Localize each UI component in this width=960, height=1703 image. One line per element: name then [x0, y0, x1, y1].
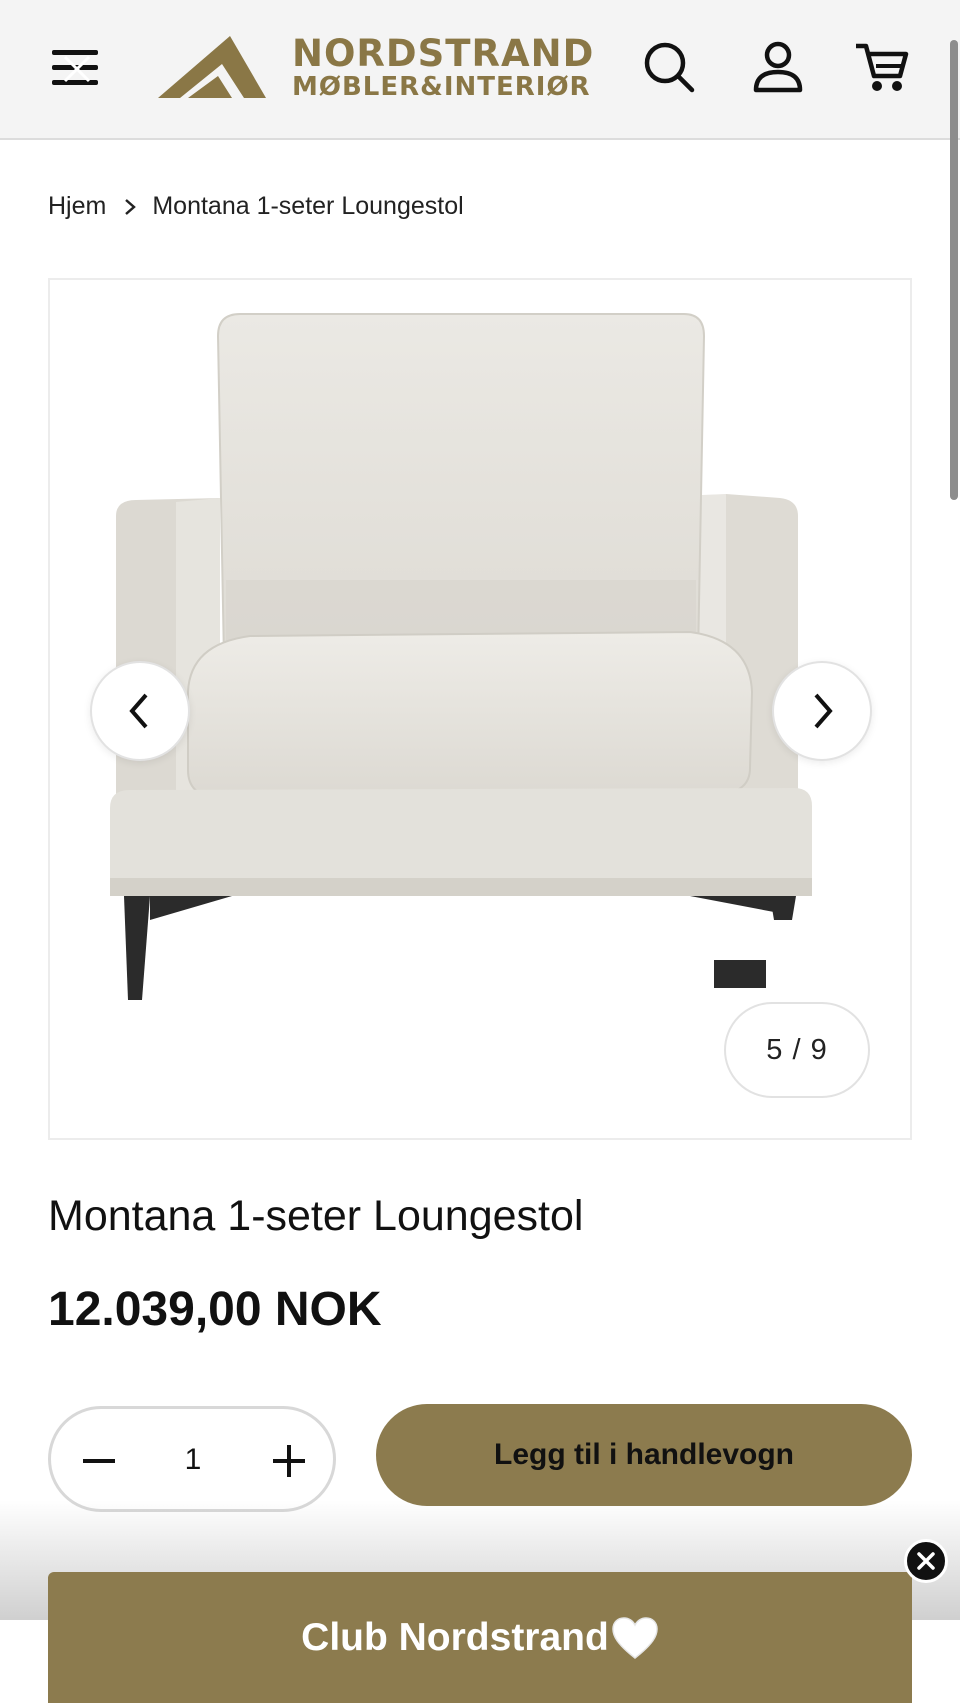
quantity-stepper: [48, 1406, 336, 1512]
logo-mark-icon: [158, 36, 266, 98]
search-icon: [644, 42, 695, 93]
menu-button[interactable]: [48, 44, 104, 92]
site-logo[interactable]: NORDSTRAND MØBLER&INTERIØR: [158, 30, 618, 106]
product-gallery[interactable]: 5 / 9: [48, 278, 912, 1140]
quantity-increase-button[interactable]: [261, 1433, 317, 1489]
club-banner[interactable]: Club Nordstrand: [48, 1572, 912, 1703]
white-heart-icon: [612, 1616, 658, 1659]
close-icon: [917, 1552, 935, 1570]
chevron-left-icon: [129, 693, 148, 729]
account-icon: [753, 41, 803, 93]
gallery-prev-button[interactable]: [90, 661, 190, 761]
quantity-decrease-button[interactable]: [71, 1433, 127, 1489]
site-header: NORDSTRAND MØBLER&INTERIØR: [0, 0, 960, 500]
product-price: 12.039,00 NOK: [48, 1283, 382, 1336]
quantity-input[interactable]: [155, 1435, 231, 1485]
search-button[interactable]: [640, 38, 700, 98]
chevron-right-icon: [125, 198, 137, 215]
club-banner-label: Club Nordstrand: [301, 1615, 609, 1659]
close-icon: [63, 55, 91, 83]
close-banner-button[interactable]: [904, 1539, 948, 1583]
cart-button[interactable]: [852, 38, 912, 98]
logo-name: NORDSTRAND: [292, 32, 595, 75]
account-button[interactable]: [748, 38, 808, 98]
product-page: NORDSTRAND MØBLER&INTERIØR Hjem Montana …: [0, 0, 960, 1703]
product-title: Montana 1-seter Loungestol: [48, 1192, 584, 1240]
logo-subtitle: MØBLER&INTERIØR: [292, 72, 591, 102]
page-scrollbar[interactable]: [950, 40, 958, 500]
chevron-right-icon: [814, 693, 833, 729]
breadcrumb-home-link[interactable]: Hjem: [48, 192, 106, 221]
gallery-counter: 5 / 9: [724, 1002, 870, 1098]
breadcrumb: Hjem Montana 1-seter Loungestol: [48, 192, 464, 221]
gallery-next-button[interactable]: [772, 661, 872, 761]
add-to-cart-button[interactable]: Legg til i handlevogn: [376, 1404, 912, 1506]
breadcrumb-current: Montana 1-seter Loungestol: [152, 192, 464, 220]
cart-icon: [856, 43, 909, 91]
